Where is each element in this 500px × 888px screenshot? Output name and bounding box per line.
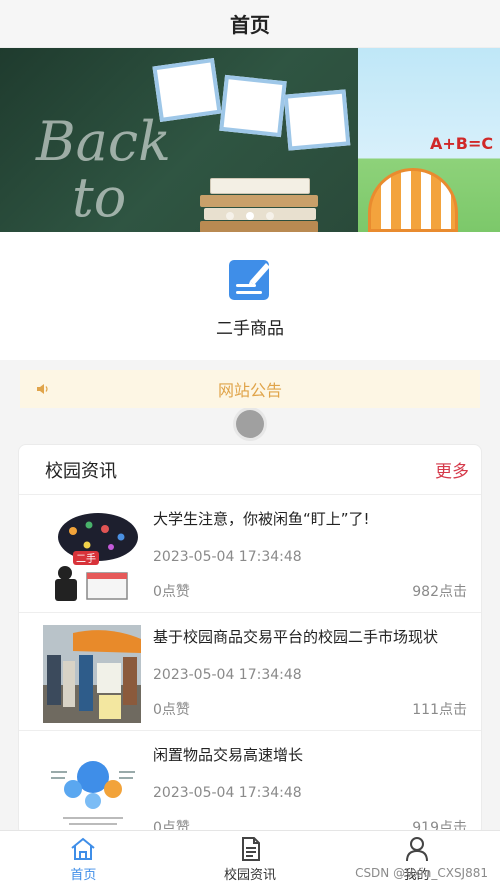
banner-carousel[interactable]: Back to A+B=C (0, 48, 500, 232)
news-item-likes: 0点赞 (153, 702, 190, 718)
tab-label: 校园资讯 (224, 868, 277, 883)
announcement-bar[interactable]: 网站公告 (20, 370, 480, 408)
floating-drag-handle[interactable] (236, 410, 264, 438)
news-item-date: 2023-05-04 17:34:48 (153, 667, 302, 683)
news-item-title: 大学生注意，你被闲鱼“盯上”了! (153, 510, 370, 528)
news-list-item[interactable]: 闲置物品交易高速增长 2023-05-04 17:34:48 0点赞 919点击 (19, 731, 481, 835)
banner-abc-text: A+B=C (430, 134, 494, 153)
news-thumbnail (43, 625, 141, 723)
watermark: CSDN @Vxin_CXSJ881 (355, 866, 488, 880)
news-more-link[interactable]: 更多 (435, 457, 469, 482)
campus-news-card: 校园资讯 更多 二手 大学生注意，你被闲鱼“盯上”了! 2023-05-04 1… (18, 444, 482, 836)
news-item-clicks: 111点击 (412, 702, 467, 718)
note-edit-icon (229, 259, 270, 300)
carousel-dot[interactable] (226, 212, 234, 220)
news-item-meta: 0点赞 982点击 (153, 581, 467, 601)
news-info: 大学生注意，你被闲鱼“盯上”了! 2023-05-04 17:34:48 0点赞… (141, 507, 481, 612)
news-item-date: 2023-05-04 17:34:48 (153, 549, 302, 565)
news-item-title: 基于校园商品交易平台的校园二手市场现状 (153, 628, 439, 646)
news-item-likes: 0点赞 (153, 584, 190, 600)
menu-item-label: 二手商品 (216, 318, 284, 339)
banner-chalk-text: Back (36, 110, 171, 173)
document-icon (242, 837, 260, 861)
news-thumbnail (43, 743, 141, 835)
news-info: 基于校园商品交易平台的校园二手市场现状 2023-05-04 17:34:48 … (141, 625, 481, 730)
carousel-dot[interactable] (266, 212, 274, 220)
page-title: 首页 (230, 13, 270, 37)
carousel-indicators (0, 212, 500, 220)
feature-menu: 二手商品 (0, 232, 500, 360)
news-item-title: 闲置物品交易高速增长 (153, 746, 304, 764)
banner-photo-frame (152, 57, 222, 123)
user-icon (405, 837, 428, 862)
tab-campus-news[interactable]: 校园资讯 (167, 831, 334, 888)
news-section-title: 校园资讯 (45, 460, 117, 482)
news-item-date: 2023-05-04 17:34:48 (153, 785, 302, 801)
banner-photo-frame (219, 74, 287, 138)
news-info: 闲置物品交易高速增长 2023-05-04 17:34:48 0点赞 919点击 (141, 743, 481, 835)
menu-item-second-hand-goods[interactable]: 二手商品 (216, 254, 284, 339)
speaker-icon (37, 384, 48, 394)
carousel-dot-active[interactable] (246, 212, 254, 220)
news-card-header: 校园资讯 更多 (19, 445, 481, 495)
banner-photo-frame (283, 89, 351, 151)
banner-books-image (200, 178, 320, 232)
navigation-bar: 首页 (0, 0, 500, 48)
tab-label: 首页 (70, 868, 97, 883)
news-thumbnail: 二手 (43, 507, 141, 605)
news-list-item[interactable]: 基于校园商品交易平台的校园二手市场现状 2023-05-04 17:34:48 … (19, 613, 481, 731)
news-list-item[interactable]: 二手 大学生注意，你被闲鱼“盯上”了! 2023-05-04 17:34:48 … (19, 495, 481, 613)
home-page: 首页 Back to A+B=C 二手商品 网站公告 校园资讯 更多 二手 大学… (0, 0, 500, 888)
banner-slide-back-to-school[interactable]: Back to (0, 48, 358, 232)
news-item-meta: 0点赞 111点击 (153, 699, 467, 719)
svg-text:二手: 二手 (76, 552, 96, 565)
announcement-label: 网站公告 (217, 381, 282, 400)
home-icon (71, 837, 95, 860)
news-item-clicks: 982点击 (412, 584, 467, 600)
tab-home[interactable]: 首页 (0, 831, 167, 888)
